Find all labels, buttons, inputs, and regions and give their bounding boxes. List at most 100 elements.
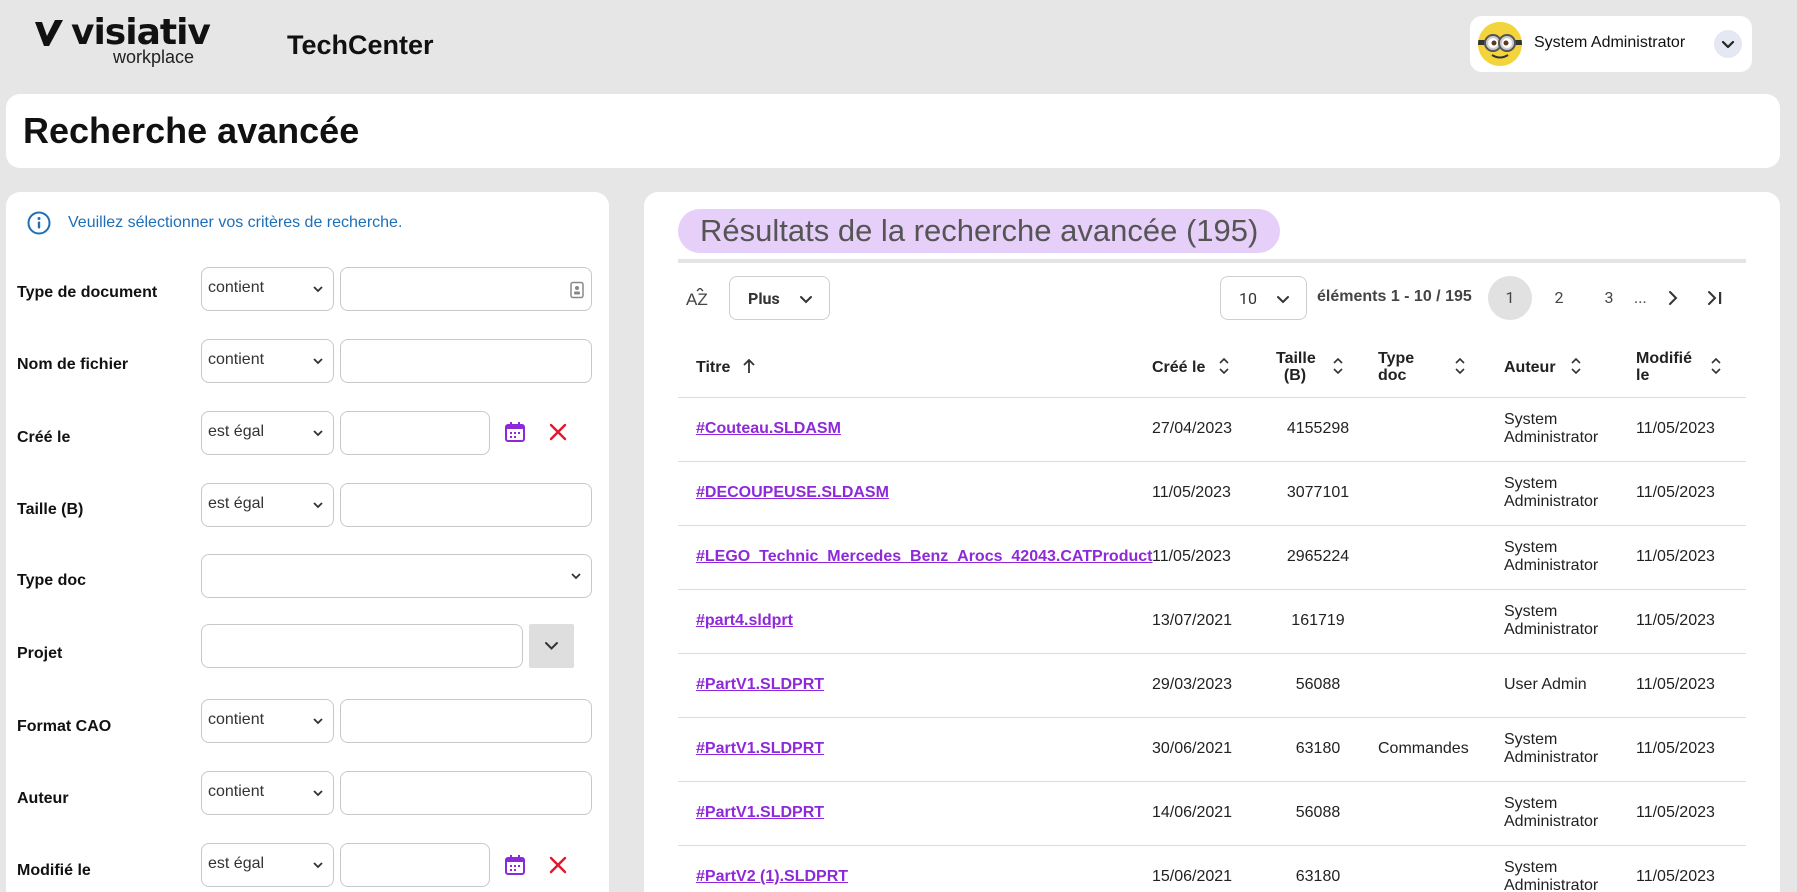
sort-ascending-icon [743, 358, 755, 373]
modified-date: 11/05/2023 [1636, 804, 1715, 821]
page-size-select[interactable]: 10 [1220, 276, 1307, 320]
modified-date: 11/05/2023 [1636, 740, 1715, 757]
chevron-down-icon [1277, 296, 1289, 304]
last-page-icon[interactable] [1705, 289, 1725, 307]
operator-value: contient [208, 279, 265, 296]
page-header-card: Recherche avancée [6, 94, 1780, 168]
document-title-link[interactable]: #PartV1.SLDPRT [696, 740, 824, 758]
page-button-2[interactable]: 2 [1537, 276, 1581, 320]
more-options-button[interactable]: Plus [729, 276, 830, 320]
sort-icon [1455, 357, 1465, 375]
brand-sub: workplace [113, 47, 195, 67]
column-header-label: Titre [696, 359, 731, 376]
sort-az-label: AZ [686, 290, 708, 309]
file-size: 63180 [1295, 868, 1341, 885]
document-title-link[interactable]: #PartV1.SLDPRT [696, 804, 824, 822]
modified-date: 11/05/2023 [1636, 612, 1715, 629]
operator-value: est égal [208, 423, 265, 440]
file-size: 2965224 [1286, 548, 1350, 565]
author-line: Administrator [1504, 429, 1599, 446]
operator-select-nom-de-fichier[interactable]: contient [201, 339, 334, 383]
author-line: System [1504, 731, 1558, 748]
document-title-link[interactable]: #LEGO_Technic_Mercedes_Benz_Arocs_42043.… [696, 548, 1152, 566]
chevron-down-icon [313, 358, 323, 365]
created-date: 27/04/2023 [1152, 420, 1233, 437]
calendar-icon[interactable] [503, 853, 527, 877]
file-size: 56088 [1295, 676, 1341, 693]
sort-az-icon: AZ [686, 287, 708, 309]
operator-value: est égal [208, 855, 265, 872]
column-header-label: Modifié [1636, 350, 1692, 367]
minion-avatar-icon [1478, 22, 1522, 66]
input-projet[interactable] [201, 624, 523, 668]
results-title: Résultats de la recherche avancée (195) [678, 209, 1281, 253]
operator-select-modifie-le[interactable]: est égal [201, 843, 334, 887]
next-page-icon[interactable] [1664, 289, 1682, 307]
modified-date: 11/05/2023 [1636, 548, 1715, 565]
modified-date: 11/05/2023 [1636, 420, 1715, 437]
operator-select-type-de-document[interactable]: contient [201, 267, 334, 311]
author-line: Administrator [1504, 557, 1599, 574]
author: System Administrator [1504, 603, 1614, 639]
created-date: 14/06/2021 [1152, 804, 1233, 821]
column-header-label: doc [1378, 367, 1407, 384]
document-title-link[interactable]: #PartV2 (1).SLDPRT [696, 868, 848, 886]
input-cree-le[interactable] [340, 411, 490, 455]
avatar [1478, 22, 1522, 66]
document-title-link[interactable]: #PartV1.SLDPRT [696, 676, 824, 694]
input-type-de-document[interactable] [340, 267, 592, 311]
author: System Administrator [1504, 859, 1614, 892]
chevron-down-icon [313, 790, 323, 797]
page-button-1[interactable]: 1 [1488, 276, 1532, 320]
document-title-link[interactable]: #DECOUPEUSE.SLDASM [696, 484, 889, 502]
sort-az-button[interactable]: AZ [686, 287, 712, 315]
chevron-down-icon [313, 430, 323, 437]
author-line: System [1504, 859, 1558, 876]
column-header-label: le [1636, 367, 1650, 384]
file-size: 4155298 [1286, 420, 1350, 437]
author-line: Administrator [1504, 749, 1599, 766]
operator-select-auteur[interactable]: contient [201, 771, 334, 815]
user-menu-toggle[interactable] [1714, 30, 1742, 58]
operator-select-cree-le[interactable]: est égal [201, 411, 334, 455]
visiativ-logo[interactable]: visiativ workplace [33, 12, 211, 68]
document-title-link[interactable]: #part4.sldprt [696, 612, 793, 630]
created-date: 29/03/2023 [1152, 676, 1233, 693]
input-auteur[interactable] [340, 771, 592, 815]
calendar-icon[interactable] [503, 420, 527, 444]
page-title: Recherche avancée [23, 110, 360, 151]
created-date: 11/05/2023 [1152, 548, 1231, 565]
chevron-down-icon [545, 642, 558, 650]
author-line: System [1504, 603, 1558, 620]
input-format-cao[interactable] [340, 699, 592, 743]
input-modifie-le[interactable] [340, 843, 490, 887]
input-nom-de-fichier[interactable] [340, 339, 592, 383]
table-row: #Couteau.SLDASM 27/04/2023 4155298 Syste… [678, 398, 1746, 462]
column-header-label: Créé le [1152, 359, 1206, 376]
author: System Administrator [1504, 731, 1614, 767]
document-title-link[interactable]: #Couteau.SLDASM [696, 420, 841, 438]
label-projet: Projet [17, 645, 63, 662]
operator-value: contient [208, 351, 265, 368]
author: User Admin [1504, 676, 1587, 693]
operator-select-format-cao[interactable]: contient [201, 699, 334, 743]
author: System Administrator [1504, 411, 1614, 447]
sort-icon [1333, 357, 1343, 375]
close-icon[interactable] [548, 422, 568, 442]
top-bar: visiativ workplace TechCenter System Adm… [0, 0, 1797, 92]
projet-dropdown-button[interactable] [529, 624, 574, 668]
label-type-de-document: Type de document [17, 284, 158, 301]
results-divider [678, 259, 1746, 263]
select-type-doc[interactable] [201, 554, 592, 598]
created-date: 11/05/2023 [1152, 484, 1231, 501]
close-icon[interactable] [548, 855, 568, 875]
label-cree-le: Créé le [17, 429, 71, 446]
column-header-label: Auteur [1504, 359, 1556, 376]
page-button-3[interactable]: 3 [1587, 276, 1631, 320]
user-menu[interactable]: System Administrator [1470, 16, 1752, 72]
author-line: Administrator [1504, 877, 1599, 892]
author: System Administrator [1504, 795, 1614, 831]
input-taille[interactable] [340, 483, 592, 527]
operator-select-taille[interactable]: est égal [201, 483, 334, 527]
pagination-ellipsis: ... [1634, 288, 1647, 307]
